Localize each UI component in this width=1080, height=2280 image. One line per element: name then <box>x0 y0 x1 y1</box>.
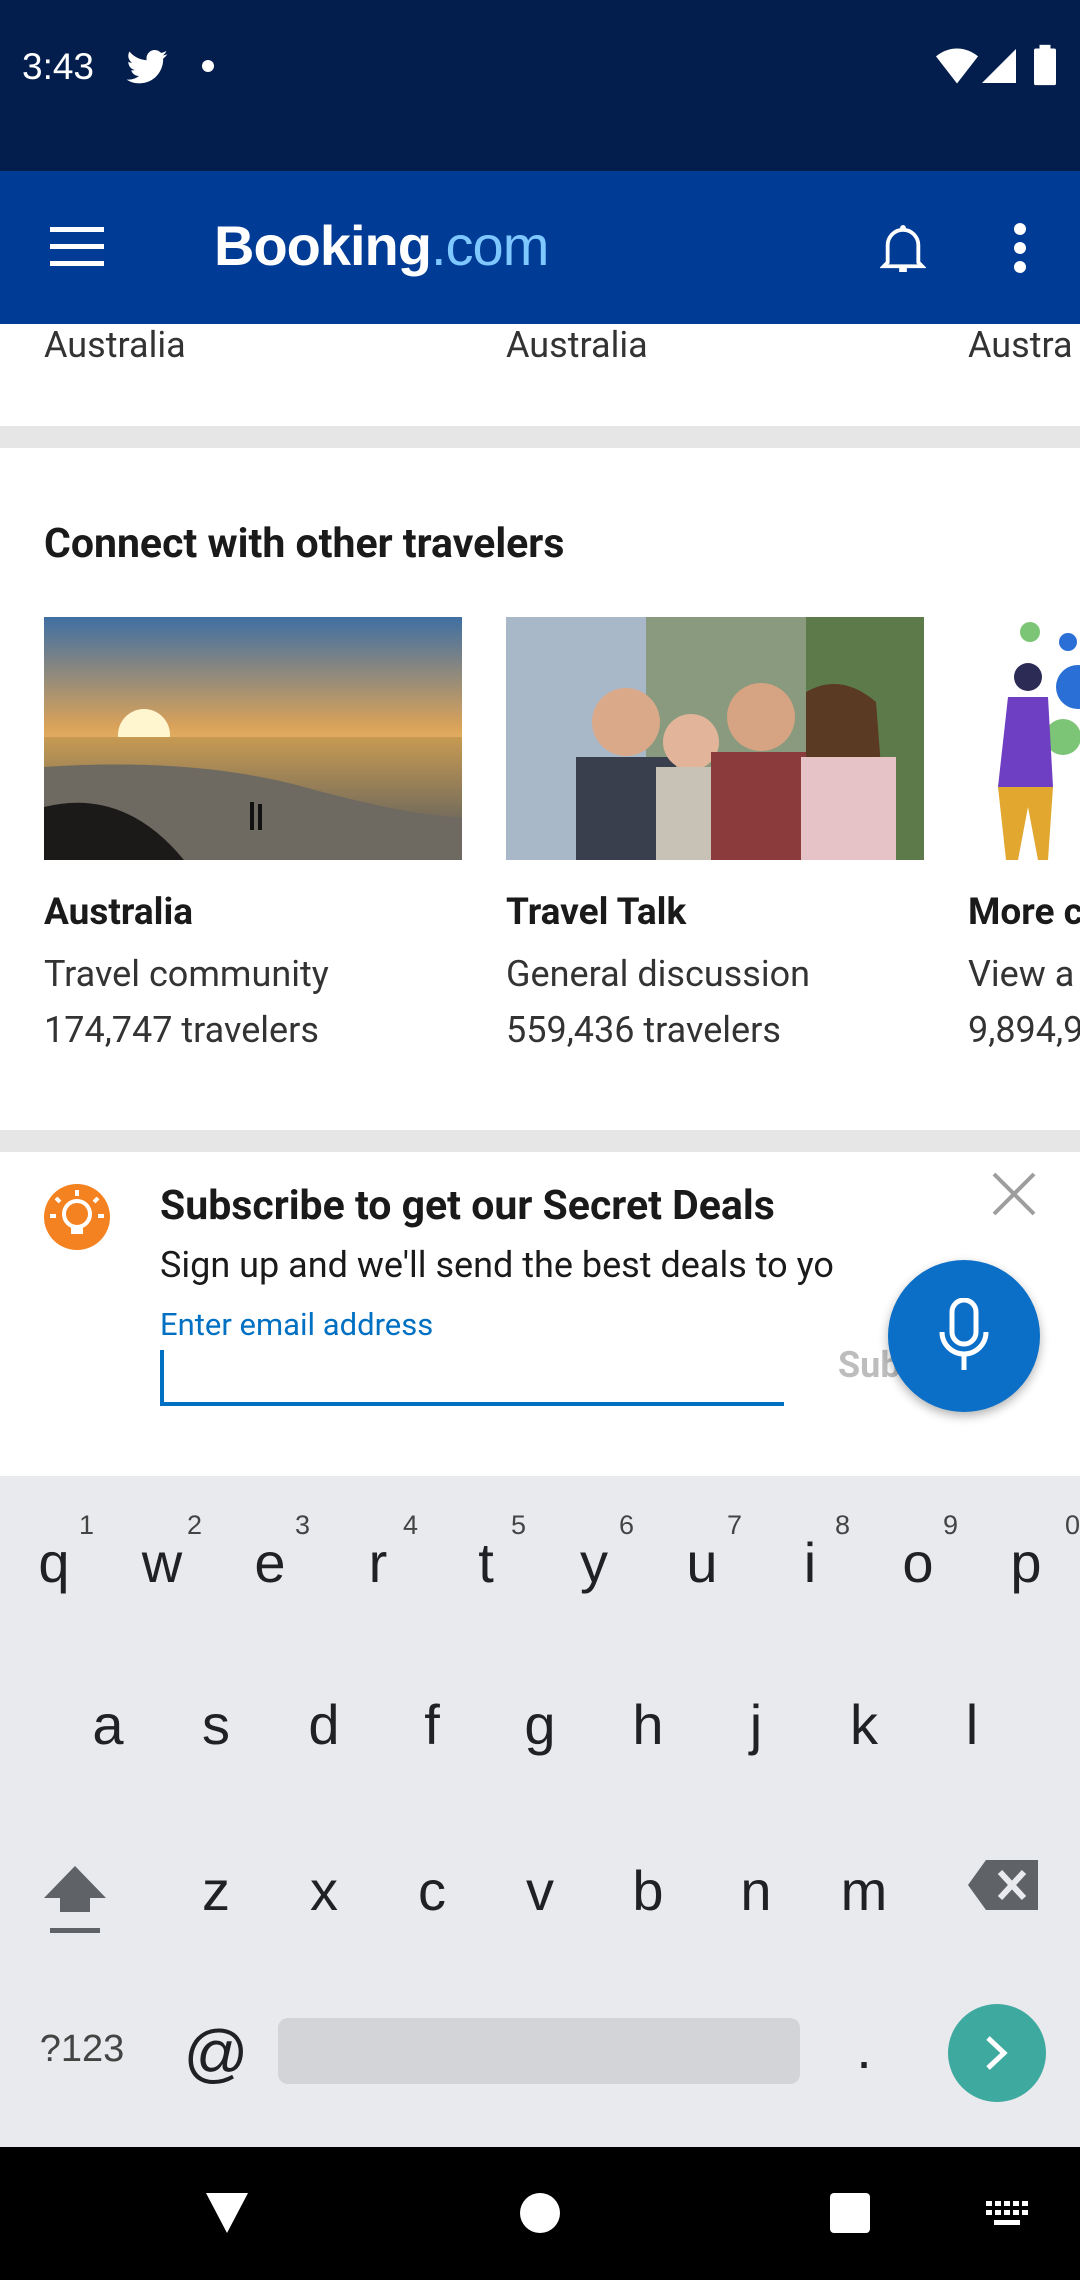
email-field[interactable] <box>160 1344 784 1406</box>
status-bar: 3:43 <box>0 0 1080 171</box>
key-p[interactable]: p0 <box>972 1510 1080 1595</box>
key-h[interactable]: h <box>594 1692 702 1757</box>
keyboard-switch-icon[interactable] <box>986 2201 1028 2229</box>
shift-icon[interactable] <box>42 1864 108 1936</box>
card-title: More c <box>968 891 1080 934</box>
community-card-more[interactable]: More c View a 9,894,9 <box>968 617 1080 1051</box>
section-divider <box>0 426 1080 448</box>
card-title: Travel Talk <box>506 891 687 934</box>
back-icon[interactable] <box>204 2191 250 2235</box>
wifi-icon <box>936 48 978 84</box>
top-card-label: Australia <box>44 324 186 366</box>
key-x[interactable]: x <box>270 1858 378 1923</box>
chevron-right-icon <box>986 2036 1008 2070</box>
space-bar[interactable] <box>278 2018 800 2084</box>
key-t[interactable]: t5 <box>432 1510 540 1595</box>
key-m[interactable]: m <box>810 1858 918 1923</box>
key-j[interactable]: j <box>702 1692 810 1757</box>
booking-logo: Booking.com <box>214 214 549 277</box>
at-key[interactable]: @ <box>162 2016 270 2090</box>
top-card-label: Austra <box>968 324 1073 366</box>
menu-icon[interactable] <box>50 227 104 267</box>
cellular-signal-icon <box>982 49 1016 83</box>
key-v[interactable]: v <box>486 1858 594 1923</box>
key-s[interactable]: s <box>162 1692 270 1757</box>
key-o[interactable]: o9 <box>864 1510 972 1595</box>
soft-keyboard: q1 w2 e3 r4 t5 y6 u7 i8 o9 p0 a s d f g … <box>0 1476 1080 2147</box>
key-l[interactable]: l <box>918 1692 1026 1757</box>
key-d[interactable]: d <box>270 1692 378 1757</box>
beach-sunset-image <box>44 617 462 860</box>
key-c[interactable]: c <box>378 1858 486 1923</box>
card-traveler-count: 174,747 travelers <box>44 1009 319 1051</box>
home-icon[interactable] <box>520 2193 560 2233</box>
key-f[interactable]: f <box>378 1692 486 1757</box>
key-n[interactable]: n <box>702 1858 810 1923</box>
more-communities-illustration <box>968 617 1080 860</box>
close-icon[interactable] <box>990 1170 1038 1218</box>
microphone-icon <box>939 1298 989 1370</box>
key-q[interactable]: q1 <box>0 1510 108 1595</box>
key-u[interactable]: u7 <box>648 1510 756 1595</box>
card-traveler-count: 9,894,9 <box>968 1009 1080 1051</box>
subscribe-description: Sign up and we'll send the best deals to… <box>160 1244 834 1286</box>
app-bar: Booking.com <box>0 171 1080 324</box>
key-w[interactable]: w2 <box>108 1510 216 1595</box>
email-field-label: Enter email address <box>160 1306 434 1343</box>
voice-search-button[interactable] <box>888 1260 1040 1412</box>
bell-icon[interactable] <box>880 223 926 275</box>
key-z[interactable]: z <box>162 1858 270 1923</box>
key-k[interactable]: k <box>810 1692 918 1757</box>
text-cursor <box>160 1350 164 1402</box>
card-subtitle: View a <box>968 953 1075 995</box>
enter-key[interactable] <box>948 2004 1046 2102</box>
key-y[interactable]: y6 <box>540 1510 648 1595</box>
card-subtitle: Travel community <box>44 953 329 995</box>
friends-group-image <box>506 617 924 860</box>
card-traveler-count: 559,436 travelers <box>506 1009 781 1051</box>
key-a[interactable]: a <box>54 1692 162 1757</box>
status-time: 3:43 <box>22 46 95 87</box>
lightbulb-icon <box>44 1184 110 1250</box>
backspace-icon[interactable] <box>968 1860 1038 1910</box>
key-g[interactable]: g <box>486 1692 594 1757</box>
system-navigation-bar <box>0 2147 1080 2280</box>
key-i[interactable]: i8 <box>756 1510 864 1595</box>
recents-icon[interactable] <box>830 2193 870 2233</box>
twitter-icon <box>126 50 168 84</box>
key-b[interactable]: b <box>594 1858 702 1923</box>
card-title: Australia <box>44 891 194 934</box>
symbols-key[interactable]: ?123 <box>22 2028 142 2071</box>
community-card-travel-talk[interactable]: Travel Talk General discussion 559,436 t… <box>506 617 924 1051</box>
section-divider <box>0 1130 1080 1152</box>
connect-section-title: Connect with other travelers <box>44 520 565 568</box>
notification-dot-icon <box>202 60 214 72</box>
period-key[interactable]: . <box>810 2016 918 2081</box>
community-card-australia[interactable]: Australia Travel community 174,747 trave… <box>44 617 462 1051</box>
battery-icon <box>1034 44 1056 86</box>
subscribe-title: Subscribe to get our Secret Deals <box>160 1182 775 1230</box>
card-subtitle: General discussion <box>506 953 810 995</box>
overflow-menu-icon[interactable] <box>1010 223 1030 273</box>
key-r[interactable]: r4 <box>324 1510 432 1595</box>
top-card-label: Australia <box>506 324 648 366</box>
key-e[interactable]: e3 <box>216 1510 324 1595</box>
